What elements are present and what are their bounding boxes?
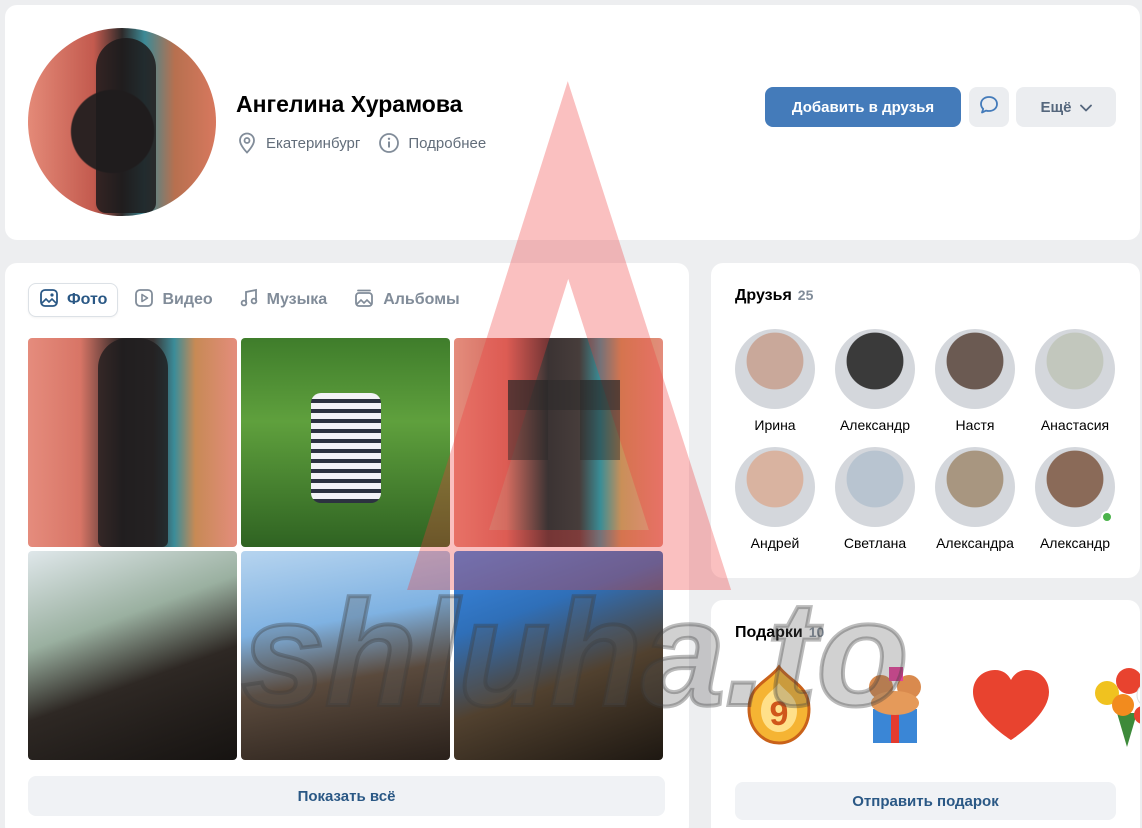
- photo-thumbnail[interactable]: [454, 551, 663, 760]
- profile-avatar[interactable]: [28, 28, 216, 216]
- music-icon: [239, 288, 259, 313]
- gifts-header[interactable]: Подарки 10: [735, 624, 824, 642]
- albums-icon: [353, 288, 375, 313]
- photo-thumbnail[interactable]: [241, 338, 450, 547]
- message-button[interactable]: [969, 87, 1009, 127]
- friend-name[interactable]: Александр: [1040, 535, 1110, 551]
- friends-list: Ирина Александр Настя Анастасия Андрей Светла…: [725, 329, 1125, 551]
- tab-photos[interactable]: Фото: [28, 283, 119, 317]
- friend-item[interactable]: Александра: [925, 447, 1025, 551]
- friend-item[interactable]: Александр: [1025, 447, 1125, 551]
- friend-name[interactable]: Андрей: [751, 535, 800, 551]
- flame-badge-icon: 9: [747, 664, 811, 745]
- friend-avatar[interactable]: [835, 329, 915, 409]
- friends-title: Друзья: [735, 287, 792, 304]
- profile-meta: Екатеринбург Подробнее: [236, 132, 496, 154]
- friend-name[interactable]: Светлана: [844, 535, 906, 551]
- friend-avatar[interactable]: [835, 447, 915, 527]
- more-button[interactable]: Ещё: [1016, 87, 1116, 127]
- friend-avatar[interactable]: [735, 447, 815, 527]
- photo-thumbnail[interactable]: [241, 551, 450, 760]
- friend-avatar[interactable]: [1035, 329, 1115, 409]
- info-icon: [378, 132, 400, 154]
- tab-videos-label: Видео: [162, 291, 213, 308]
- friend-item[interactable]: Ирина: [725, 329, 825, 433]
- flower-bouquet-icon: [1095, 668, 1140, 747]
- teddy-gift-icon: [869, 667, 921, 743]
- friend-item[interactable]: Андрей: [725, 447, 825, 551]
- photo-thumbnail[interactable]: [28, 551, 237, 760]
- tab-videos[interactable]: Видео: [124, 283, 222, 317]
- profile-details-text: Подробнее: [408, 134, 487, 152]
- gift-item[interactable]: 9: [735, 662, 823, 750]
- tab-photos-label: Фото: [67, 291, 108, 308]
- video-icon: [134, 288, 154, 313]
- gift-item[interactable]: [1083, 662, 1140, 750]
- heart-be-mine-icon: [973, 670, 1049, 740]
- gifts-list: 9: [735, 662, 1140, 754]
- gift-item[interactable]: [851, 662, 939, 750]
- photo-thumbnail[interactable]: [28, 338, 237, 547]
- friend-name[interactable]: Ирина: [754, 417, 795, 433]
- show-all-button[interactable]: Показать всё: [28, 776, 665, 816]
- friend-item[interactable]: Александр: [825, 329, 925, 433]
- tab-music[interactable]: Музыка: [229, 283, 338, 317]
- friend-item[interactable]: Анастасия: [1025, 329, 1125, 433]
- friends-count: 25: [797, 287, 814, 303]
- friend-name[interactable]: Александр: [840, 417, 910, 433]
- message-bubble-icon: [978, 94, 1000, 121]
- tab-albums[interactable]: Альбомы: [343, 283, 470, 317]
- friend-avatar[interactable]: [935, 329, 1015, 409]
- gifts-title: Подарки: [735, 624, 803, 641]
- tab-music-label: Музыка: [266, 291, 328, 308]
- gifts-count: 10: [808, 624, 825, 640]
- profile-name: Ангелина Хурамова: [236, 91, 463, 117]
- photo-grid: [28, 338, 665, 760]
- profile-header: Ангелина Хурамова Екатеринбург Подробнее…: [5, 5, 1140, 240]
- friends-header[interactable]: Друзья 25: [735, 287, 813, 305]
- media-tabs: Фото Видео Музыка Альбомы: [28, 283, 470, 317]
- friend-name[interactable]: Анастасия: [1041, 417, 1109, 433]
- photo-icon: [39, 288, 59, 313]
- profile-details-link[interactable]: Подробнее: [378, 132, 486, 154]
- tab-albums-label: Альбомы: [383, 291, 460, 308]
- friend-avatar[interactable]: [935, 447, 1015, 527]
- friend-name[interactable]: Александра: [936, 535, 1014, 551]
- profile-city-text: Екатеринбург: [266, 134, 361, 152]
- friend-item[interactable]: Настя: [925, 329, 1025, 433]
- chevron-down-icon: [1079, 99, 1092, 116]
- gift-item[interactable]: [967, 662, 1055, 750]
- svg-text:9: 9: [770, 695, 789, 733]
- friend-avatar[interactable]: [1035, 447, 1115, 527]
- photo-thumbnail[interactable]: [454, 338, 663, 547]
- friend-name[interactable]: Настя: [956, 417, 995, 433]
- location-pin-icon: [236, 132, 258, 154]
- online-indicator: [1101, 511, 1113, 523]
- friend-avatar[interactable]: [735, 329, 815, 409]
- profile-city: Екатеринбург: [236, 132, 360, 154]
- friends-section: Друзья 25 Ирина Александр Настя Анастасия Анд…: [711, 263, 1140, 578]
- media-section: Фото Видео Музыка Альбомы Показать всё: [5, 263, 689, 828]
- send-gift-button[interactable]: Отправить подарок: [735, 782, 1116, 820]
- more-button-label: Ещё: [1040, 98, 1072, 116]
- gifts-section: Подарки 10 9 Отправить подарок: [711, 600, 1140, 828]
- add-friend-button[interactable]: Добавить в друзья: [765, 87, 961, 127]
- friend-item[interactable]: Светлана: [825, 447, 925, 551]
